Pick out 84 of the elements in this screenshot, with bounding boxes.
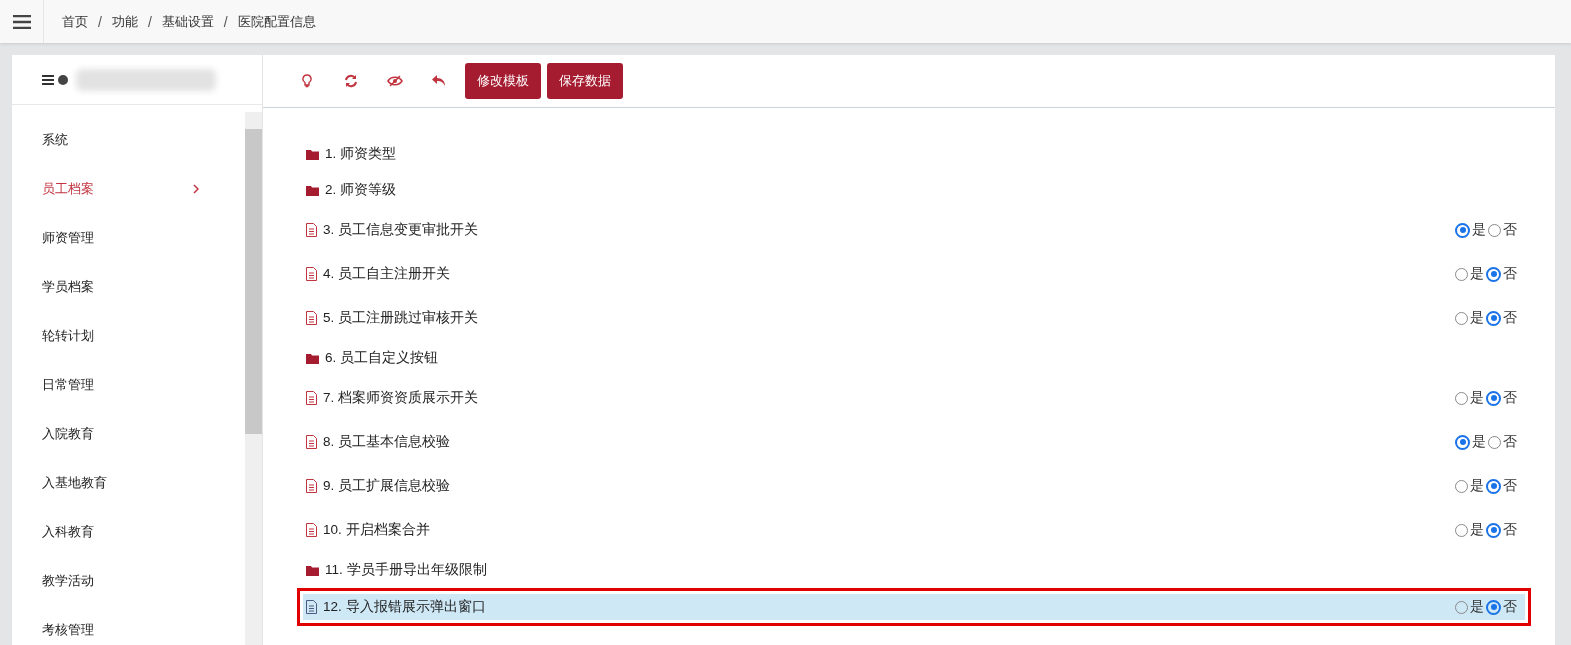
setting-label: 11. 学员手册导出年级限制: [325, 561, 487, 579]
radio-label: 否: [1503, 477, 1517, 495]
sidebar-item[interactable]: 入科教育: [12, 507, 245, 556]
sidebar-item[interactable]: 员工档案: [12, 164, 245, 213]
breadcrumb-item[interactable]: 首页: [62, 12, 88, 31]
radio-button[interactable]: [1486, 599, 1501, 615]
sidebar-item[interactable]: 入基地教育: [12, 458, 245, 507]
radio-label: 是: [1470, 389, 1484, 407]
setting-label: 3. 员工信息变更审批开关: [323, 221, 478, 239]
document-icon: [306, 479, 317, 493]
radio-label: 否: [1503, 433, 1517, 451]
chevron-right-icon: [193, 183, 199, 194]
breadcrumb-item[interactable]: 基础设置: [161, 12, 214, 31]
document-icon: [306, 391, 317, 405]
list-icon: [42, 74, 54, 85]
settings-row[interactable]: 4. 员工自主注册开关 是 否: [303, 252, 1525, 296]
document-icon: [306, 267, 317, 281]
breadcrumb-item[interactable]: 功能: [111, 12, 138, 31]
breadcrumb-separator: /: [222, 13, 229, 30]
document-icon: [306, 523, 317, 537]
setting-label: 5. 员工注册跳过审核开关: [323, 309, 478, 327]
setting-label: 8. 员工基本信息校验: [323, 433, 450, 451]
radio-label: 是: [1470, 521, 1484, 539]
scrollbar-thumb[interactable]: [245, 129, 262, 434]
sidebar-item[interactable]: 教学活动: [12, 556, 245, 605]
toolbar-button[interactable]: 保存数据: [547, 63, 623, 99]
setting-label: 1. 师资类型: [325, 145, 396, 163]
setting-label: 2. 师资等级: [325, 181, 396, 199]
settings-row[interactable]: 5. 员工注册跳过审核开关 是 否: [303, 296, 1525, 340]
sidebar-item[interactable]: 考核管理: [12, 605, 245, 645]
breadcrumb-separator: /: [97, 13, 103, 30]
settings-row[interactable]: 6. 员工自定义按钮: [303, 340, 1525, 376]
radio-label: 是: [1472, 433, 1486, 451]
settings-row[interactable]: 1. 师资类型: [303, 136, 1525, 172]
settings-row[interactable]: 8. 员工基本信息校验 是 否: [303, 420, 1525, 464]
radio-label: 否: [1503, 598, 1517, 616]
radio-label: 是: [1470, 598, 1484, 616]
sidebar-item[interactable]: 系统: [12, 115, 245, 164]
radio-label: 是: [1470, 477, 1484, 495]
sidebar-item[interactable]: 师资管理: [12, 213, 245, 262]
document-icon: [306, 435, 317, 449]
radio-label: 是: [1470, 265, 1484, 283]
settings-row[interactable]: 9. 员工扩展信息校验 是 否: [303, 464, 1525, 508]
settings-row[interactable]: 10. 开启档案合并 是 否: [303, 508, 1525, 552]
setting-label: 7. 档案师资资质展示开关: [323, 389, 478, 407]
radio-label: 否: [1503, 521, 1517, 539]
breadcrumb-separator: /: [146, 13, 153, 30]
radio-label: 否: [1503, 221, 1517, 239]
radio-button[interactable]: [1486, 478, 1501, 494]
settings-row[interactable]: 2. 师资等级: [303, 172, 1525, 208]
radio-label: 否: [1503, 265, 1517, 283]
folder-icon: [306, 148, 319, 160]
setting-label: 6. 员工自定义按钮: [325, 349, 438, 367]
radio-button[interactable]: [1455, 222, 1470, 238]
radio-label: 否: [1503, 389, 1517, 407]
sidebar-item[interactable]: 轮转计划: [12, 311, 245, 360]
folder-icon: [306, 184, 319, 196]
sidebar-item[interactable]: 入院教育: [12, 409, 245, 458]
radio-button[interactable]: [1486, 522, 1501, 538]
document-icon: [306, 311, 317, 325]
setting-label: 4. 员工自主注册开关: [323, 265, 450, 283]
setting-label: 12. 导入报错展示弹出窗口: [323, 598, 486, 616]
settings-row[interactable]: 7. 档案师资资质展示开关 是 否: [303, 376, 1525, 420]
settings-row[interactable]: 3. 员工信息变更审批开关 是 否: [303, 208, 1525, 252]
circle-icon: [58, 74, 68, 85]
settings-row[interactable]: 11. 学员手册导出年级限制: [303, 552, 1525, 588]
scrollbar[interactable]: [245, 112, 262, 645]
sidebar-item[interactable]: 学员档案: [12, 262, 245, 311]
document-icon: [306, 600, 317, 614]
document-icon: [306, 223, 317, 237]
setting-label: 9. 员工扩展信息校验: [323, 477, 450, 495]
radio-label: 是: [1472, 221, 1486, 239]
radio-label: 否: [1503, 309, 1517, 327]
radio-button[interactable]: [1486, 266, 1501, 282]
breadcrumb-item[interactable]: 医院配置信息: [237, 12, 316, 31]
sidebar-item[interactable]: 日常管理: [12, 360, 245, 409]
setting-label: 10. 开启档案合并: [323, 521, 430, 539]
toolbar-button[interactable]: 修改模板: [465, 63, 541, 99]
radio-button[interactable]: [1486, 310, 1501, 326]
folder-icon: [306, 564, 319, 576]
folder-icon: [306, 352, 319, 364]
radio-button[interactable]: [1455, 434, 1470, 450]
radio-button[interactable]: [1486, 390, 1501, 406]
radio-label: 是: [1470, 309, 1484, 327]
